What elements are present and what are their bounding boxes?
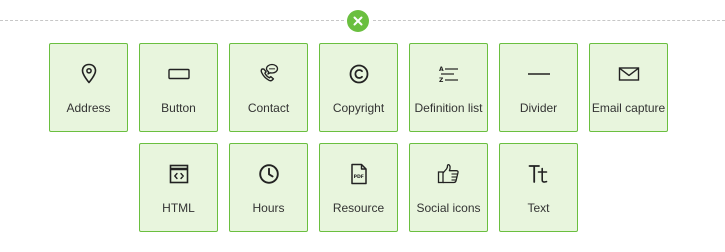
block-tile-address[interactable]: Address xyxy=(49,43,128,132)
block-label: Address xyxy=(66,101,111,115)
thumbs-up-icon xyxy=(437,162,461,186)
block-label: Contact xyxy=(247,101,290,115)
block-tile-hours[interactable]: Hours xyxy=(229,143,308,232)
block-tile-divider[interactable]: Divider xyxy=(499,43,578,132)
block-tile-copyright[interactable]: Copyright xyxy=(319,43,398,132)
code-window-icon xyxy=(167,162,191,186)
block-tile-social-icons[interactable]: Social icons xyxy=(409,143,488,232)
svg-text:PDF: PDF xyxy=(353,174,363,180)
block-label: Copyright xyxy=(332,101,385,115)
block-label: Hours xyxy=(252,201,285,215)
block-label: Divider xyxy=(519,101,558,115)
svg-text:A: A xyxy=(439,66,444,73)
block-label: Text xyxy=(527,201,550,215)
phone-chat-icon xyxy=(257,62,281,86)
block-tile-resource[interactable]: PDF Resource xyxy=(319,143,398,232)
svg-text:Z: Z xyxy=(439,77,444,84)
close-button[interactable] xyxy=(347,10,369,32)
block-label: HTML xyxy=(162,201,195,215)
envelope-icon xyxy=(617,62,641,86)
block-label: Resource xyxy=(332,201,385,215)
block-tile-html[interactable]: HTML xyxy=(139,143,218,232)
block-label: Button xyxy=(161,101,196,115)
block-tile-button[interactable]: Button xyxy=(139,43,218,132)
definition-list-icon: A Z xyxy=(437,62,461,86)
dashed-divider-left xyxy=(0,20,344,21)
map-pin-icon xyxy=(77,62,101,86)
block-tile-text[interactable]: Text xyxy=(499,143,578,232)
block-tile-definition-list[interactable]: A Z Definition list xyxy=(409,43,488,132)
button-icon xyxy=(167,62,191,86)
block-tile-email-capture[interactable]: Email capture xyxy=(589,43,668,132)
divider-line-icon xyxy=(527,62,551,86)
block-label: Email capture xyxy=(591,101,666,115)
clock-icon xyxy=(257,162,281,186)
block-label: Definition list xyxy=(414,101,483,115)
copyright-icon xyxy=(347,62,371,86)
block-row-1: Address Button Contact Copyright A Z Def… xyxy=(49,43,668,132)
close-icon xyxy=(353,16,363,26)
block-label: Social icons xyxy=(416,201,481,215)
dashed-divider-right xyxy=(373,20,725,21)
block-tile-contact[interactable]: Contact xyxy=(229,43,308,132)
pdf-file-icon: PDF xyxy=(347,162,371,186)
block-row-2: HTML Hours PDF Resource Social icons Tex… xyxy=(139,143,578,232)
text-type-icon xyxy=(527,162,551,186)
